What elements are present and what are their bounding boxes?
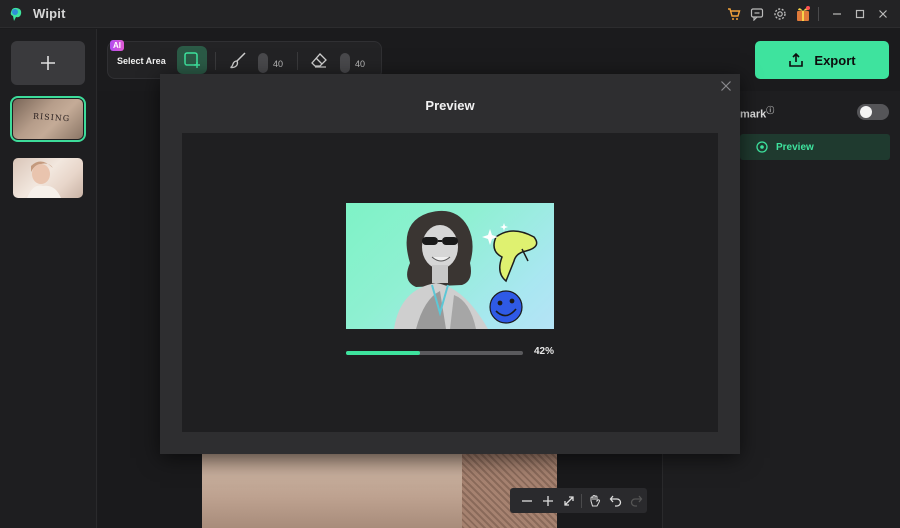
preview-progress-fill <box>346 351 421 355</box>
zoom-in-icon[interactable] <box>537 490 558 512</box>
hand-icon[interactable] <box>584 490 605 512</box>
woman-photo-thumbnail[interactable] <box>13 158 83 198</box>
eraser-size-slider[interactable] <box>340 53 350 73</box>
thumbnail-tattoo-text: RISING <box>32 111 71 124</box>
eraser-icon[interactable] <box>310 52 328 73</box>
export-button[interactable]: Export <box>755 41 889 79</box>
zoom-toolbar <box>510 488 647 513</box>
eraser-size-value: 40 <box>355 59 366 69</box>
add-image-button[interactable] <box>11 41 85 85</box>
select-area-label: Select Area <box>117 56 166 66</box>
title-bar: Wipit <box>0 0 900 28</box>
info-icon[interactable]: ⓘ <box>766 106 774 115</box>
undo-icon[interactable] <box>605 490 626 512</box>
preview-image <box>346 203 554 329</box>
eye-icon <box>756 141 768 153</box>
settings-icon[interactable] <box>769 3 791 25</box>
fit-icon[interactable] <box>558 490 579 512</box>
select-area-icon <box>184 52 200 68</box>
zoom-separator <box>581 493 582 508</box>
gift-icon[interactable] <box>792 3 814 25</box>
tattoo-arm-thumbnail[interactable]: RISING <box>10 96 86 142</box>
watermark-toggle[interactable] <box>857 104 889 120</box>
cart-icon[interactable] <box>723 3 745 25</box>
minimize-icon[interactable] <box>826 3 848 25</box>
export-icon <box>789 52 804 67</box>
titlebar-separator <box>818 7 819 21</box>
modal-preview-area: 42% <box>182 133 718 432</box>
wipit-logo-icon <box>8 6 24 22</box>
redo-icon[interactable] <box>626 490 647 512</box>
zoom-out-icon[interactable] <box>516 490 537 512</box>
brush-size-value: 40 <box>273 59 284 69</box>
watermark-label: markⓘ <box>740 106 775 121</box>
ai-badge: AI <box>110 40 124 51</box>
modal-title: Preview <box>425 98 475 113</box>
select-area-button[interactable] <box>177 46 207 74</box>
plus-icon <box>41 56 55 70</box>
canvas-photo <box>202 453 557 528</box>
left-sidebar: RISING <box>0 29 97 528</box>
toolbar-divider <box>215 52 216 70</box>
brush-size-slider[interactable] <box>258 53 268 73</box>
preview-progress-bar <box>346 351 523 355</box>
preview-progress-text: 42% <box>534 346 555 357</box>
close-icon[interactable] <box>872 3 894 25</box>
preview-button[interactable]: Preview <box>740 134 890 160</box>
toggle-knob <box>860 106 872 118</box>
app-title: Wipit <box>33 6 66 21</box>
toolbar-divider <box>297 52 298 70</box>
preview-button-label: Preview <box>776 141 814 153</box>
modal-close-icon[interactable] <box>718 78 734 94</box>
brush-icon[interactable] <box>229 51 247 74</box>
feedback-icon[interactable] <box>746 3 768 25</box>
maximize-icon[interactable] <box>849 3 871 25</box>
export-label: Export <box>814 52 856 68</box>
preview-modal: Preview 42% <box>160 74 740 454</box>
